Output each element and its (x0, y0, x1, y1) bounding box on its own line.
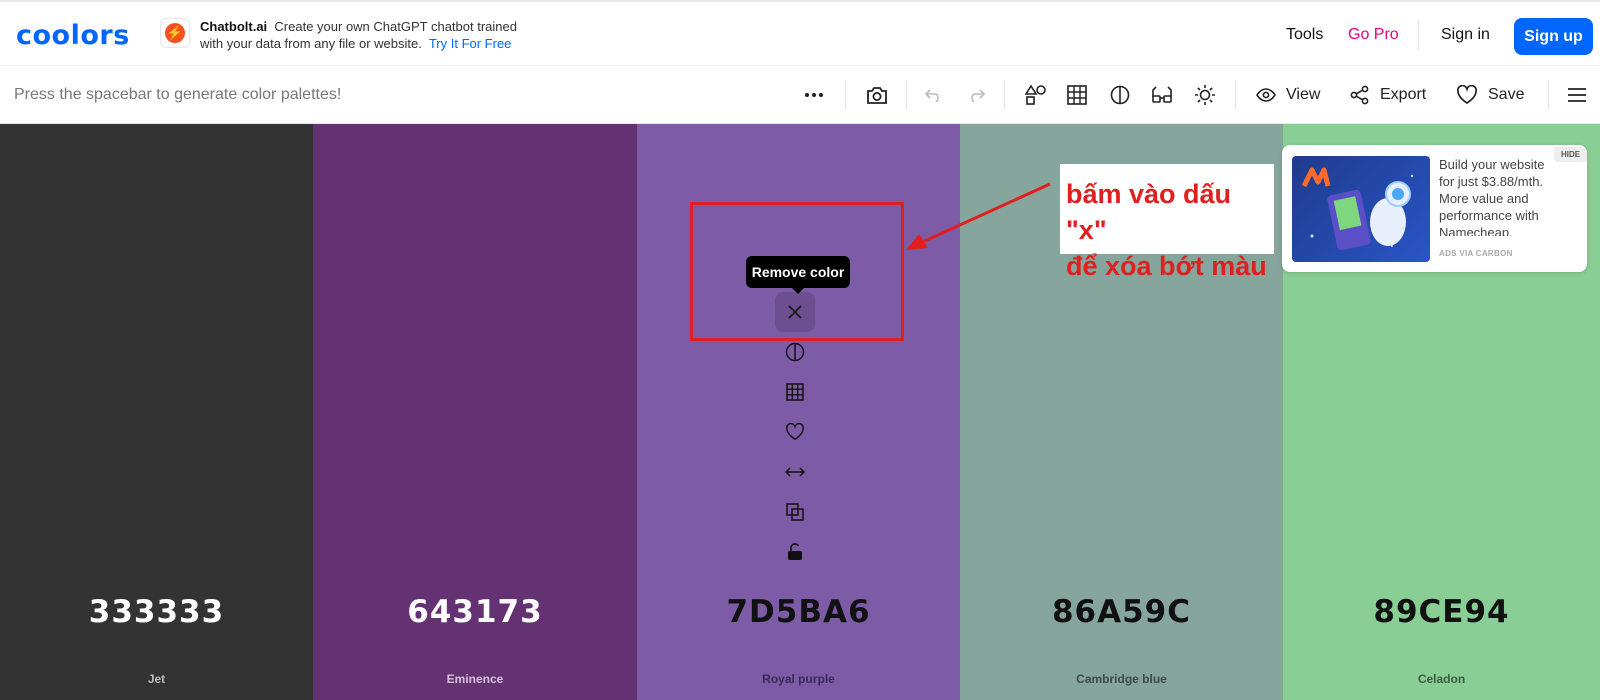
toolbar-separator (1235, 80, 1236, 110)
promo-banner[interactable]: ⚡ Chatbolt.ai Create your own ChatGPT ch… (160, 18, 540, 52)
palette-toolbar: Press the spacebar to generate color pal… (0, 66, 1600, 124)
favorite-color-button[interactable] (775, 412, 815, 452)
lock-button[interactable] (775, 532, 815, 572)
heart-icon (1456, 85, 1478, 104)
toolbar-separator (906, 80, 907, 110)
hex-code[interactable]: 89CE94 (1283, 594, 1600, 630)
save-button[interactable]: Save (1456, 80, 1536, 110)
toolbar-separator (1548, 80, 1549, 110)
highlight-box (690, 202, 904, 341)
grid-icon[interactable] (1065, 80, 1089, 110)
contrast-icon (785, 342, 805, 362)
hide-ad-button[interactable]: HIDE (1554, 147, 1587, 162)
nav-tools[interactable]: Tools (1286, 26, 1323, 44)
sun-icon[interactable] (1193, 80, 1217, 110)
save-label: Save (1488, 86, 1525, 103)
undo-icon[interactable] (920, 80, 948, 110)
share-icon (1350, 85, 1369, 105)
export-button[interactable]: Export (1350, 80, 1440, 110)
ad-attribution[interactable]: ADS VIA CARBON (1439, 249, 1513, 258)
annotation-line-1: bấm vào dấu "x" (1066, 179, 1232, 245)
heart-icon (786, 423, 804, 441)
hamburger-menu-icon[interactable] (1564, 80, 1590, 110)
copy-button[interactable] (775, 492, 815, 532)
annotation-arrow (906, 182, 1051, 250)
view-label: View (1286, 86, 1321, 103)
color-name[interactable]: Jet (0, 672, 313, 686)
promo-link[interactable]: Try It For Free (429, 36, 512, 51)
eye-icon (1256, 88, 1276, 102)
sign-in-link[interactable]: Sign in (1441, 26, 1490, 44)
glasses-icon[interactable] (1150, 80, 1174, 110)
top-header: coolors ⚡ Chatbolt.ai Create your own Ch… (0, 0, 1600, 66)
nav-go-pro[interactable]: Go Pro (1348, 26, 1399, 44)
hex-code[interactable]: 643173 (313, 594, 637, 630)
redo-icon[interactable] (962, 80, 990, 110)
promo-text: Chatbolt.ai Create your own ChatGPT chat… (200, 18, 540, 52)
nav-divider (1418, 20, 1419, 50)
lock-icon (788, 543, 802, 560)
color-name[interactable]: Eminence (313, 672, 637, 686)
toolbar-separator (1004, 80, 1005, 110)
copy-icon (786, 503, 804, 521)
promo-brand: Chatbolt.ai (200, 19, 268, 34)
view-button[interactable]: View (1256, 80, 1336, 110)
color-name[interactable]: Royal purple (637, 672, 960, 686)
coolors-logo[interactable]: coolors (16, 20, 130, 51)
color-swatch[interactable]: 333333 Jet (0, 124, 313, 700)
ad-illustration[interactable] (1292, 156, 1430, 262)
contrast-icon[interactable] (1108, 80, 1132, 110)
hex-code[interactable]: 333333 (0, 594, 313, 630)
grid-icon (786, 383, 804, 401)
color-name[interactable]: Cambridge blue (960, 672, 1283, 686)
annotation-note: bấm vào dấu "x" để xóa bớt màu (1060, 164, 1274, 281)
hex-code[interactable]: 86A59C (960, 594, 1283, 630)
annotation-line-2: để xóa bớt màu (1066, 251, 1267, 281)
grid-button[interactable] (775, 372, 815, 412)
sign-up-button[interactable]: Sign up (1514, 18, 1593, 55)
arrows-horizontal-icon (785, 467, 805, 477)
ad-card[interactable]: Build your website for just $3.88/mth. M… (1282, 145, 1587, 272)
color-name[interactable]: Celadon (1283, 672, 1600, 686)
toolbar-separator (845, 80, 846, 110)
color-swatch[interactable]: 643173 Eminence (313, 124, 637, 700)
spacebar-hint: Press the spacebar to generate color pal… (14, 86, 342, 103)
chatbolt-logo-icon: ⚡ (160, 18, 190, 48)
camera-icon[interactable] (862, 80, 892, 110)
export-label: Export (1380, 86, 1427, 103)
drag-button[interactable] (775, 452, 815, 492)
ad-text[interactable]: Build your website for just $3.88/mth. M… (1439, 156, 1559, 236)
shapes-icon[interactable] (1024, 80, 1048, 110)
hex-code[interactable]: 7D5BA6 (637, 594, 960, 630)
more-options-icon[interactable] (800, 80, 828, 110)
